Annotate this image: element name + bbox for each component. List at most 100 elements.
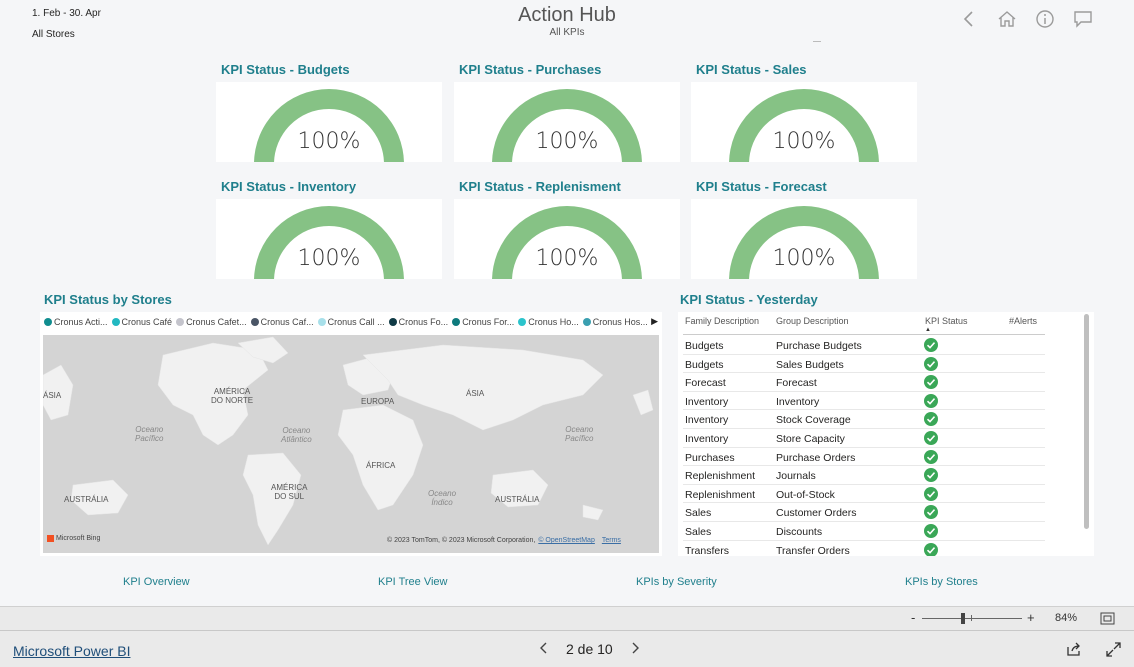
link-kpis-by-stores[interactable]: KPIs by Stores (905, 576, 978, 588)
table-row[interactable]: Inventory Store Capacity (683, 429, 1045, 448)
col-header-alerts[interactable]: #Alerts (1009, 316, 1037, 326)
check-circle-icon (924, 375, 938, 390)
fullscreen-icon[interactable] (1106, 642, 1121, 662)
table-row[interactable]: Purchases Purchase Orders (683, 448, 1045, 467)
table-row[interactable]: Budgets Purchase Budgets (683, 336, 1045, 355)
col-header-kpi-status[interactable]: KPI Status (925, 316, 968, 326)
legend-item[interactable]: Cronus Caf... (250, 317, 314, 327)
cell-family: Budgets (685, 340, 724, 352)
kpi-table[interactable]: Family Description Group Description KPI… (678, 312, 1094, 556)
cell-family: Inventory (685, 433, 729, 445)
store-filter[interactable]: All Stores (32, 29, 75, 40)
cell-group: Customer Orders (776, 507, 857, 520)
table-row[interactable]: Budgets Sales Budgets (683, 355, 1045, 374)
kpi-gauge-card[interactable]: 100% (691, 199, 917, 279)
kpi-title: KPI Status - Replenisment (459, 179, 621, 194)
map-label-south-america: AMÉRICA DO SUL (271, 483, 308, 501)
kpi-gauge-card[interactable]: 100% (454, 199, 680, 279)
table-row[interactable]: Replenishment Out-of-Stock (683, 485, 1045, 504)
legend-item[interactable]: Cronus Cafet... (176, 317, 247, 327)
back-icon[interactable] (958, 8, 980, 30)
next-page-icon[interactable] (631, 641, 639, 657)
check-circle-icon (924, 449, 938, 464)
sort-asc-icon: ▲ (925, 327, 931, 333)
legend-item[interactable]: Cronus Hos... (582, 317, 648, 327)
check-circle-icon (924, 338, 938, 352)
table-row[interactable]: Sales Discounts (683, 522, 1045, 541)
home-icon[interactable] (996, 8, 1018, 30)
nav-icons (958, 8, 1094, 30)
fit-to-page-icon[interactable] (1100, 612, 1115, 630)
map-label-north-america: AMÉRICA DO NORTE (211, 387, 254, 405)
table-row[interactable]: Inventory Stock Coverage (683, 410, 1045, 429)
legend-dot-icon (250, 318, 259, 326)
kpi-gauge-card[interactable]: 100% (216, 199, 442, 279)
share-icon[interactable] (1066, 642, 1082, 662)
table-row[interactable]: Transfers Transfer Orders (683, 541, 1045, 556)
map-section-title: KPI Status by Stores (44, 292, 172, 307)
check-circle-icon (924, 542, 938, 556)
legend-item[interactable]: Cronus Fo... (388, 317, 448, 327)
kpi-title: KPI Status - Budgets (221, 62, 350, 77)
terms-link[interactable]: Terms (602, 537, 621, 544)
legend-item[interactable]: Cronus Ho... (518, 317, 579, 327)
power-bi-link[interactable]: Microsoft Power BI (13, 643, 130, 659)
link-kpis-by-severity[interactable]: KPIs by Severity (636, 576, 717, 588)
zoom-slider-thumb[interactable] (961, 613, 965, 624)
kpi-gauge-card[interactable]: 100% (216, 82, 442, 162)
world-map[interactable]: AMÉRICA DO NORTE EUROPA ÁSIA ÁSIA ÁFRICA… (43, 335, 659, 553)
col-header-family[interactable]: Family Description (685, 316, 759, 326)
cell-group: Journals (776, 470, 816, 483)
osm-link[interactable]: © OpenStreetMap (538, 537, 595, 544)
legend-dot-icon (111, 318, 120, 326)
map-visual[interactable]: Cronus Acti... Cronus Café Cronus Cafet...… (40, 312, 662, 556)
gauge-value: 100% (772, 246, 836, 271)
table-row[interactable]: Inventory Inventory (683, 392, 1045, 411)
legend-item[interactable]: Cronus For... (452, 317, 514, 327)
legend-item[interactable]: Cronus Acti... (44, 317, 108, 327)
bottom-bar: Microsoft Power BI 2 de 10 (0, 630, 1134, 667)
legend-dot-icon (582, 318, 591, 326)
legend-label: Cronus Call ... (327, 317, 385, 327)
zoom-slider[interactable] (922, 618, 1022, 619)
page-navigator: 2 de 10 (540, 641, 639, 657)
kpi-gauge-card[interactable]: 100% (691, 82, 917, 162)
header-divider (683, 334, 1045, 335)
map-legend: Cronus Acti... Cronus Café Cronus Cafet...… (44, 317, 652, 327)
prev-page-icon[interactable] (540, 641, 548, 657)
link-kpi-tree-view[interactable]: KPI Tree View (378, 576, 448, 588)
kpi-gauge-card[interactable]: 100% (454, 82, 680, 162)
map-label-atlantic: Oceano Atlântico (281, 426, 312, 444)
cell-family: Sales (685, 507, 712, 520)
gauge-value: 100% (535, 246, 599, 271)
legend-item[interactable]: Cronus Café (111, 317, 173, 327)
check-circle-icon (924, 393, 938, 408)
kpi-title: KPI Status - Forecast (696, 179, 827, 194)
legend-label: Cronus Café (121, 317, 173, 327)
cell-group: Purchase Budgets (776, 340, 862, 352)
legend-dot-icon (452, 318, 461, 326)
map-attribution: © 2023 TomTom, © 2023 Microsoft Corporat… (387, 537, 621, 544)
comment-icon[interactable] (1072, 8, 1094, 30)
cell-group: Store Capacity (776, 433, 845, 445)
zoom-out-button[interactable]: - (911, 610, 915, 625)
table-row[interactable]: Forecast Forecast (683, 373, 1045, 392)
table-row[interactable]: Sales Customer Orders (683, 503, 1045, 522)
col-header-group[interactable]: Group Description (776, 316, 849, 326)
table-row[interactable]: Replenishment Journals (683, 466, 1045, 485)
map-label-pacific-left: Oceano Pacífico (135, 425, 164, 443)
cell-family: Sales (685, 526, 712, 538)
table-scrollbar[interactable] (1084, 314, 1089, 529)
legend-dot-icon (317, 318, 326, 326)
gauge-value: 100% (297, 246, 361, 271)
legend-item[interactable]: Cronus Call ... (317, 317, 385, 327)
map-label-pacific-right: Oceano Pacífico (565, 425, 594, 443)
date-filter[interactable]: 1. Feb - 30. Apr (32, 8, 101, 19)
zoom-in-button[interactable]: + (1027, 610, 1035, 625)
cell-family: Replenishment (685, 470, 756, 483)
info-icon[interactable] (1034, 8, 1056, 30)
link-kpi-overview[interactable]: KPI Overview (123, 576, 190, 588)
drag-handle (813, 41, 821, 42)
legend-next-icon[interactable]: ▶ (651, 316, 658, 327)
kpi-title: KPI Status - Sales (696, 62, 807, 77)
